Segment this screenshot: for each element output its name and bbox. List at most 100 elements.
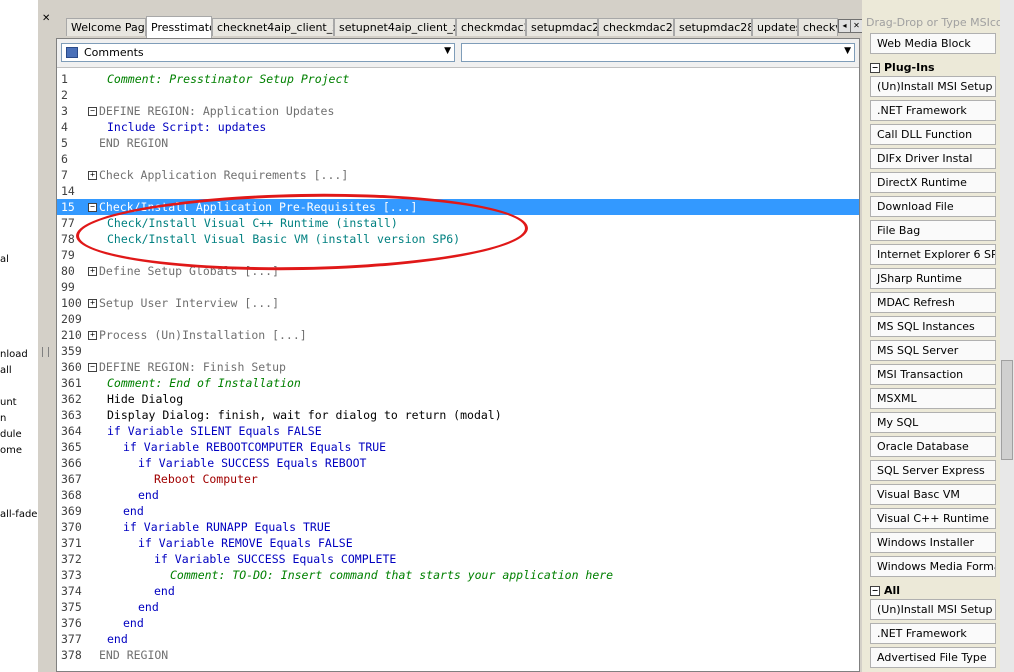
script-item-combo[interactable]: ▼ (461, 43, 855, 62)
code-line[interactable]: 364 if Variable SILENT Equals FALSE (57, 423, 859, 439)
line-number: 100 (61, 296, 82, 310)
chevron-down-icon[interactable]: ▼ (444, 46, 451, 56)
code-line[interactable]: 360− DEFINE REGION: Finish Setup (57, 359, 859, 375)
code-line[interactable]: 368 end (57, 487, 859, 503)
code-line[interactable]: 2 (57, 87, 859, 103)
code-line[interactable]: 365 if Variable REBOOTCOMPUTER Equals TRU… (57, 439, 859, 455)
palette-item[interactable]: (Un)Install MSI Setup (870, 76, 996, 97)
collapse-icon[interactable]: − (870, 63, 880, 73)
palette-item[interactable]: MS SQL Instances (870, 316, 996, 337)
palette-item[interactable]: Advertised File Type (870, 647, 996, 668)
palette-item[interactable]: Call DLL Function (870, 124, 996, 145)
code-line[interactable]: 6 (57, 151, 859, 167)
tab-welcome-page[interactable]: Welcome Page (66, 18, 146, 36)
tab-updates[interactable]: updates (752, 18, 798, 36)
palette-item[interactable]: Visual Basc VM (870, 484, 996, 505)
splitter-grip-icon[interactable] (42, 347, 49, 357)
code-line[interactable]: 79 (57, 247, 859, 263)
script-editor[interactable]: Comments ▼ ▼ 1 Comment: Presstinator Setu… (56, 38, 860, 672)
code-line[interactable]: 210 + Process (Un)Installation [...] (57, 327, 859, 343)
palette-item[interactable]: My SQL (870, 412, 996, 433)
palette-item[interactable]: Visual C++ Runtime (870, 508, 996, 529)
palette-item[interactable]: Oracle Database (870, 436, 996, 457)
palette-item[interactable]: Windows Installer (870, 532, 996, 553)
code-line[interactable]: 3 − DEFINE REGION: Application Updates (57, 103, 859, 119)
code-line[interactable]: 100 + Setup User Interview [...] (57, 295, 859, 311)
panel-splitter[interactable]: ✕ (38, 0, 54, 672)
tab-setupmdac28[interactable]: setupmdac28 (526, 18, 598, 36)
tab-checknet4aip[interactable]: checknet4aip_client_x86 (212, 18, 334, 36)
code-lines[interactable]: 1 Comment: Presstinator Setup Project 2 3… (57, 71, 859, 671)
palette-item[interactable]: Internet Explorer 6 SP1 (870, 244, 996, 265)
tab-presstimator[interactable]: Presstimator (146, 16, 212, 38)
palette-item[interactable]: MSI Transaction (870, 364, 996, 385)
comments-combo[interactable]: Comments ▼ (61, 43, 455, 62)
palette-item[interactable]: Web Media Block (870, 33, 996, 54)
palette-scrollbar[interactable] (1000, 0, 1014, 672)
collapse-icon[interactable]: − (88, 203, 97, 212)
code-line[interactable]: 80 + Define Setup Globals [...] (57, 263, 859, 279)
code-line[interactable]: 372 if Variable SUCCESS Equals COMPLETE (57, 551, 859, 567)
group-all[interactable]: − All (870, 583, 900, 599)
code-line[interactable]: 371 if Variable REMOVE Equals FALSE (57, 535, 859, 551)
code-line[interactable]: 99 (57, 279, 859, 295)
code-line[interactable]: 374 end (57, 583, 859, 599)
expand-icon[interactable]: + (88, 331, 97, 340)
palette-item[interactable]: MS SQL Server (870, 340, 996, 361)
code-line[interactable]: 363 Display Dialog: finish, wait for dial… (57, 407, 859, 423)
palette-item[interactable]: (Un)Install MSI Setup (870, 599, 996, 620)
chevron-down-icon[interactable]: ▼ (844, 46, 851, 56)
group-plug-ins[interactable]: − Plug-Ins (870, 60, 935, 76)
palette-item[interactable]: .NET Framework (870, 100, 996, 121)
palette-item[interactable]: Windows Media Format (870, 556, 996, 577)
tab-checkmdac281[interactable]: checkmdac281 (598, 18, 674, 36)
palette-item[interactable]: DIFx Driver Instal (870, 148, 996, 169)
close-icon[interactable]: ✕ (42, 14, 52, 24)
palette-item[interactable]: MDAC Refresh (870, 292, 996, 313)
expand-icon[interactable]: + (88, 299, 97, 308)
palette-item[interactable]: MSXML (870, 388, 996, 409)
code-line[interactable]: 369 end (57, 503, 859, 519)
code-line[interactable]: 5 END REGION (57, 135, 859, 151)
tab-checkmdac28[interactable]: checkmdac28 (456, 18, 526, 36)
code-line[interactable]: 378 END REGION (57, 647, 859, 663)
line-number: 367 (61, 472, 82, 486)
code-line[interactable]: 78 Check/Install Visual Basic VM (install… (57, 231, 859, 247)
palette-scrollbar-thumb[interactable] (1001, 360, 1013, 460)
palette-item[interactable]: JSharp Runtime (870, 268, 996, 289)
code-line-selected[interactable]: 15 − Check/Install Application Pre-Requisi… (57, 199, 859, 215)
left-fragment: n (0, 413, 7, 424)
code-line[interactable]: 14 (57, 183, 859, 199)
code-line[interactable]: 4 Include Script: updates (57, 119, 859, 135)
line-number: 80 (61, 264, 75, 278)
expand-icon[interactable]: + (88, 267, 97, 276)
palette-item[interactable]: .NET Framework (870, 623, 996, 644)
palette-item[interactable]: Download File (870, 196, 996, 217)
collapse-icon[interactable]: − (88, 363, 97, 372)
code-line[interactable]: 359 (57, 343, 859, 359)
code-text: end (123, 616, 144, 630)
tab-setupmdac281[interactable]: setupmdac281 (674, 18, 752, 36)
code-line[interactable]: 7 + Check Application Requirements [...] (57, 167, 859, 183)
code-line[interactable]: 376 end (57, 615, 859, 631)
code-line[interactable]: 377 end (57, 631, 859, 647)
code-line[interactable]: 375 end (57, 599, 859, 615)
code-line[interactable]: 362 Hide Dialog (57, 391, 859, 407)
code-line[interactable]: 370 if Variable RUNAPP Equals TRUE (57, 519, 859, 535)
collapse-icon[interactable]: − (88, 107, 97, 116)
code-line[interactable]: 361 Comment: End of Installation (57, 375, 859, 391)
code-line[interactable]: 367 Reboot Computer (57, 471, 859, 487)
palette-item[interactable]: File Bag (870, 220, 996, 241)
palette-item[interactable]: DirectX Runtime (870, 172, 996, 193)
tab-setupnet4aip[interactable]: setupnet4aip_client_x86 (334, 18, 456, 36)
tab-checkv[interactable]: checkv (798, 18, 838, 36)
code-line[interactable]: 77 Check/Install Visual C++ Runtime (inst… (57, 215, 859, 231)
code-line[interactable]: 209 (57, 311, 859, 327)
palette-item[interactable]: SQL Server Express (870, 460, 996, 481)
code-line[interactable]: 1 Comment: Presstinator Setup Project (57, 71, 859, 87)
collapse-icon[interactable]: − (870, 586, 880, 596)
code-line[interactable]: 373 Comment: TO-DO: Insert command that s… (57, 567, 859, 583)
code-line[interactable]: 366 if Variable SUCCESS Equals REBOOT (57, 455, 859, 471)
expand-icon[interactable]: + (88, 171, 97, 180)
line-number: 2 (61, 88, 68, 102)
